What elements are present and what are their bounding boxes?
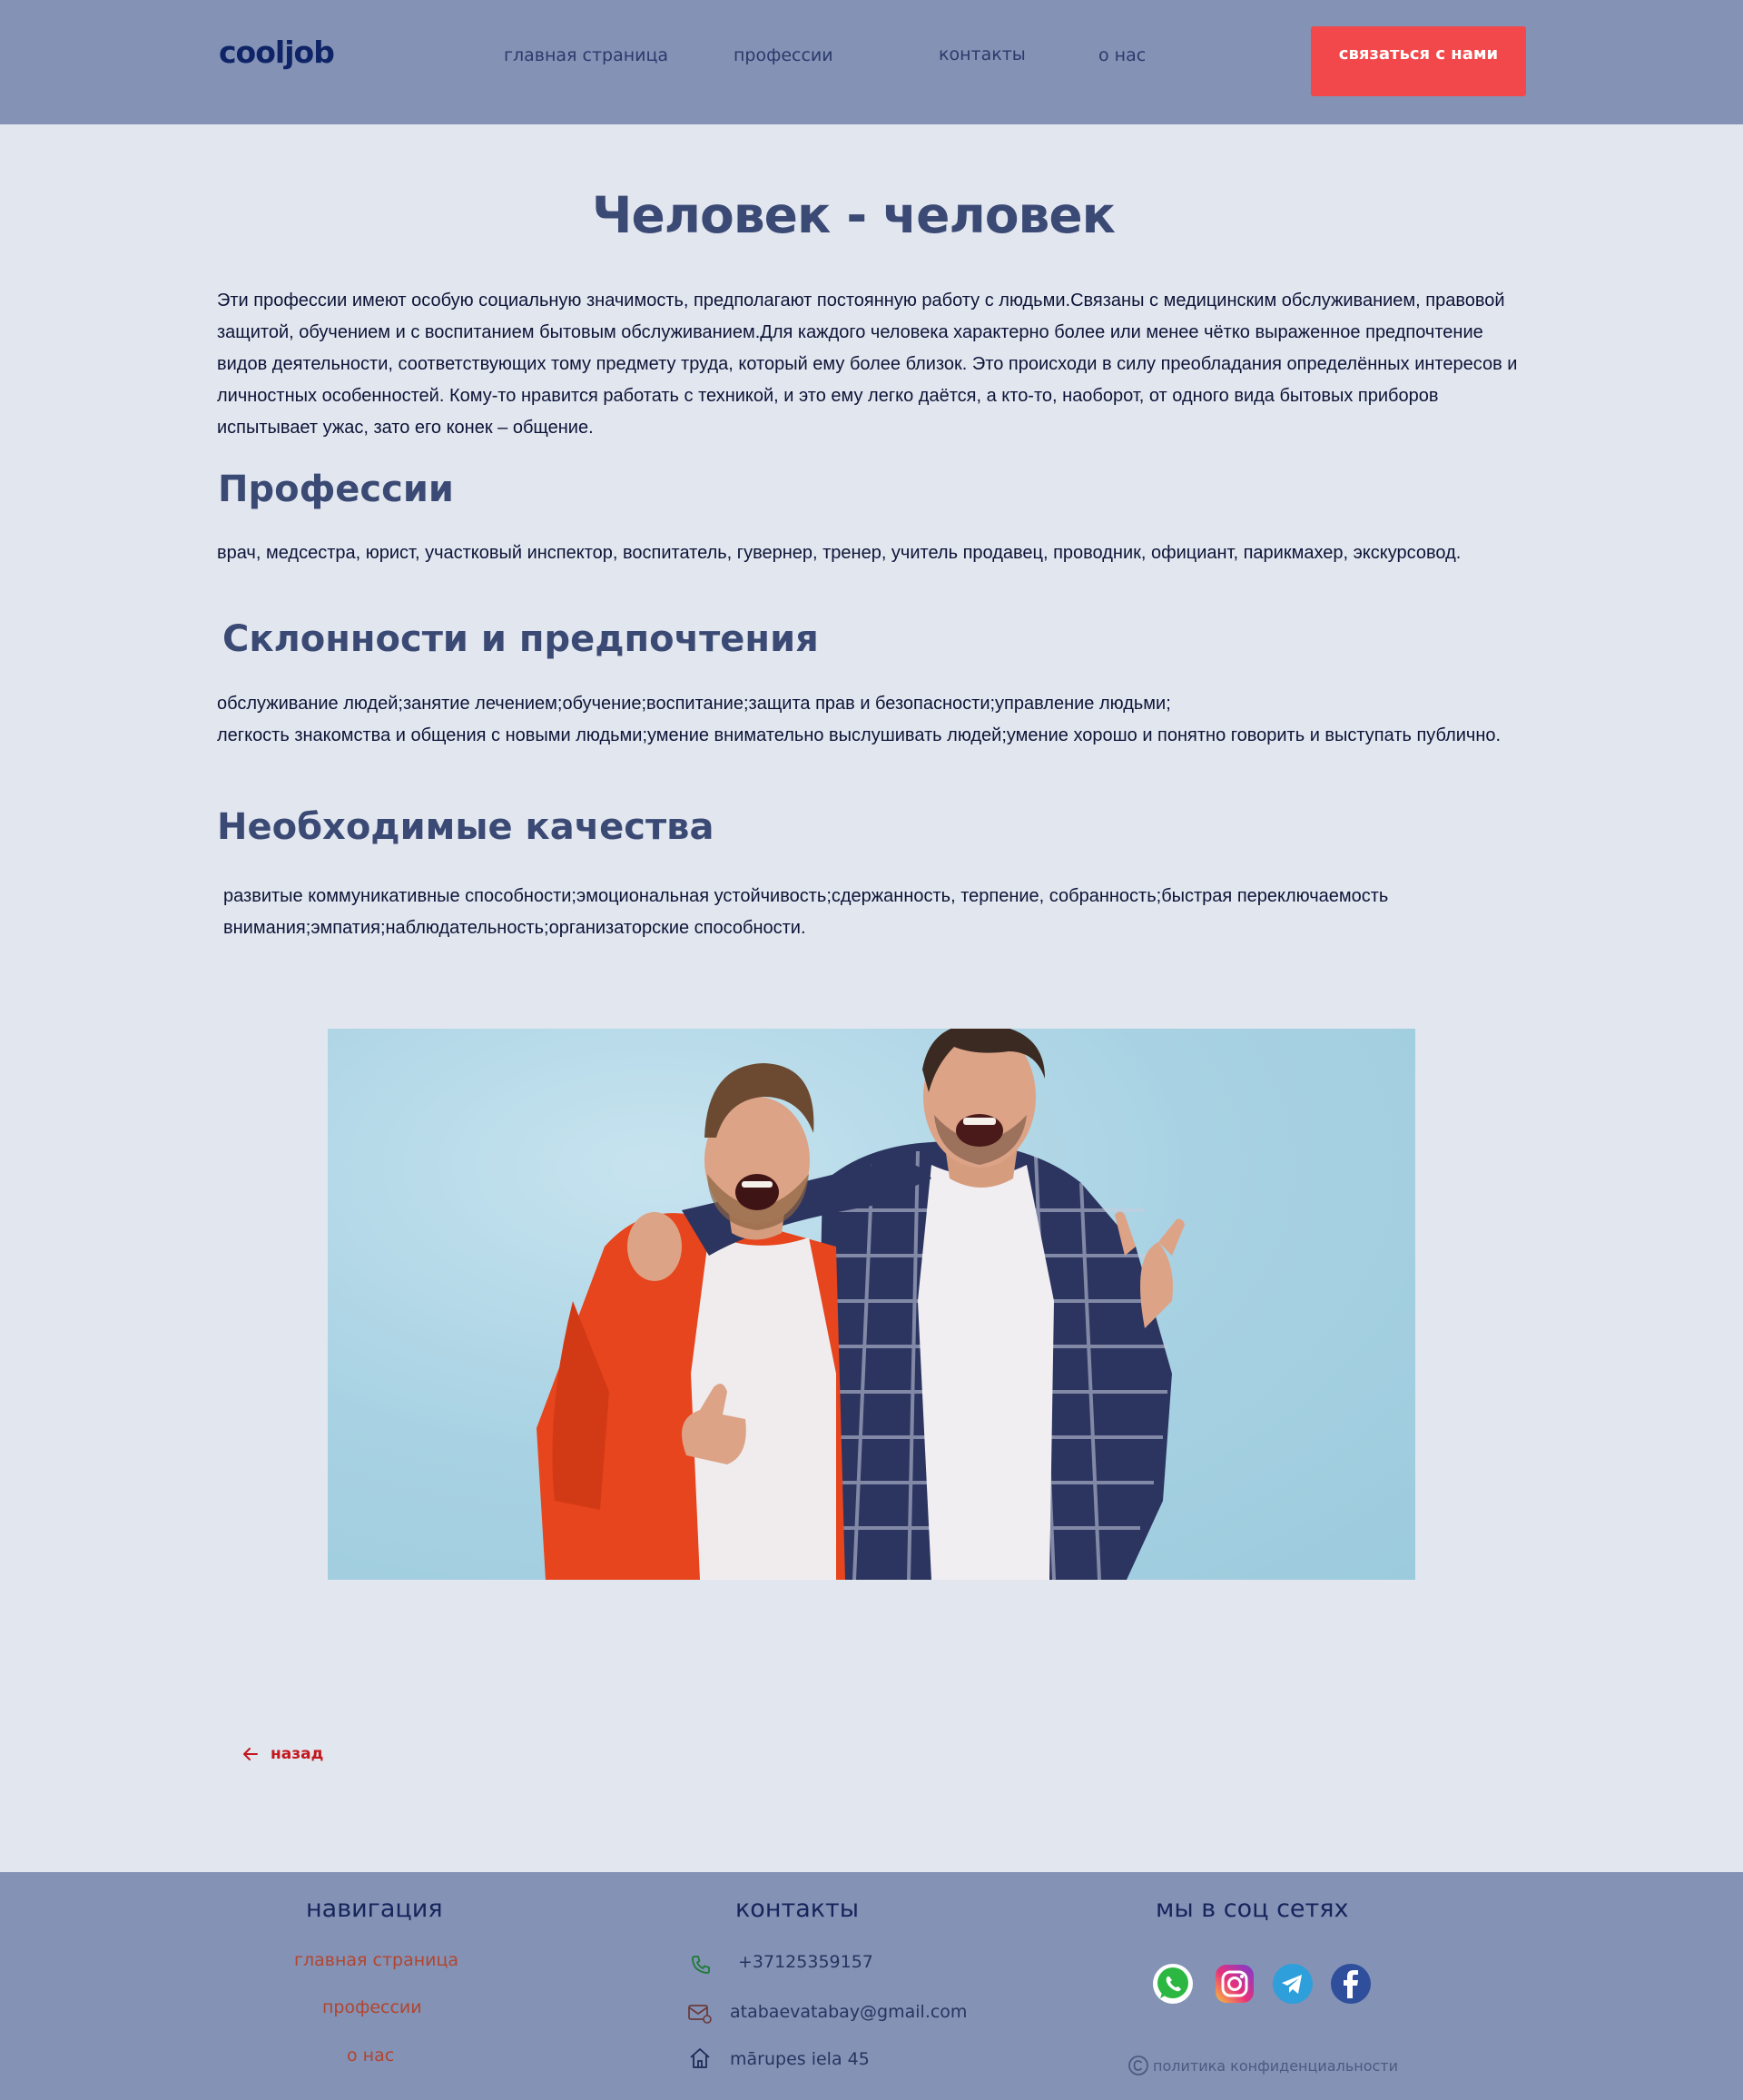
page-title: Человек - человек: [592, 186, 1116, 244]
intro-line: личностных особенностей. Кому-то нравитс…: [217, 386, 1439, 406]
intro-line: видов деятельности, соответствующих тому…: [217, 354, 1518, 374]
logo[interactable]: cooljob: [219, 35, 335, 70]
privacy-policy-link[interactable]: политика конфиденциальности: [1128, 2055, 1398, 2076]
nav-link-about[interactable]: о нас: [1098, 45, 1146, 65]
inclinations-text: обслуживание людей;занятие лечением;обуч…: [217, 688, 1533, 752]
intro-text: Эти профессии имеют особую социальную зн…: [217, 285, 1533, 444]
facebook-icon[interactable]: [1329, 1962, 1373, 2006]
inclinations-line: легкость знакомства и общения с новыми л…: [217, 725, 1502, 745]
professions-heading: Профессии: [218, 468, 454, 510]
whatsapp-icon[interactable]: [1151, 1962, 1195, 2006]
site-header: cooljob главная страница профессии конта…: [0, 0, 1743, 124]
nav-link-home[interactable]: главная страница: [504, 45, 668, 65]
email-address[interactable]: atabaevatabay@gmail.com: [730, 2002, 967, 2022]
footer-contacts-title: контакты: [735, 1895, 860, 1923]
telegram-icon[interactable]: [1271, 1962, 1315, 2006]
intro-line: испытывает ужас, зато его конек – общени…: [217, 418, 594, 438]
instagram-icon[interactable]: [1213, 1962, 1256, 2006]
footer-social-title: мы в соц сетях: [1156, 1895, 1349, 1923]
footer-link-home[interactable]: главная страница: [294, 1950, 458, 1970]
nav-link-professions[interactable]: профессии: [734, 45, 833, 65]
home-icon: [690, 2048, 710, 2068]
footer-link-professions[interactable]: профессии: [322, 1997, 422, 2017]
qualities-text: развитые коммуникативные способности;эмо…: [223, 881, 1540, 944]
contact-us-button[interactable]: связаться с нами: [1311, 26, 1526, 96]
arrow-left-icon: [243, 1748, 258, 1760]
footer-link-about[interactable]: о нас: [347, 2046, 394, 2065]
phone-icon: [692, 1956, 710, 1974]
privacy-policy-label: политика конфиденциальности: [1153, 2056, 1399, 2075]
intro-line: защитой, обучением и с воспитанием бытов…: [217, 322, 1483, 342]
inclinations-heading: Склонности и предпочтения: [222, 618, 819, 660]
back-link[interactable]: назад: [243, 1745, 323, 1763]
site-footer: [0, 1872, 1743, 2100]
footer-nav-title: навигация: [306, 1895, 443, 1923]
qualities-line: развитые коммуникативные способности;эмо…: [223, 886, 1389, 906]
nav-link-contacts[interactable]: контакты: [939, 44, 1026, 64]
professions-text: врач, медсестра, юрист, участковый инспе…: [217, 543, 1462, 563]
qualities-line: внимания;эмпатия;наблюдательность;органи…: [223, 918, 806, 938]
qualities-heading: Необходимые качества: [217, 806, 714, 848]
back-label: назад: [271, 1745, 324, 1763]
hero-photo: [328, 1029, 1415, 1580]
copyright-icon: [1128, 2056, 1148, 2075]
inclinations-line: обслуживание людей;занятие лечением;обуч…: [217, 694, 1171, 714]
address: mārupes iela 45: [730, 2049, 870, 2069]
intro-line: Эти профессии имеют особую социальную зн…: [217, 291, 1505, 311]
phone-number[interactable]: +37125359157: [738, 1952, 873, 1972]
mail-icon: [688, 2005, 712, 2024]
